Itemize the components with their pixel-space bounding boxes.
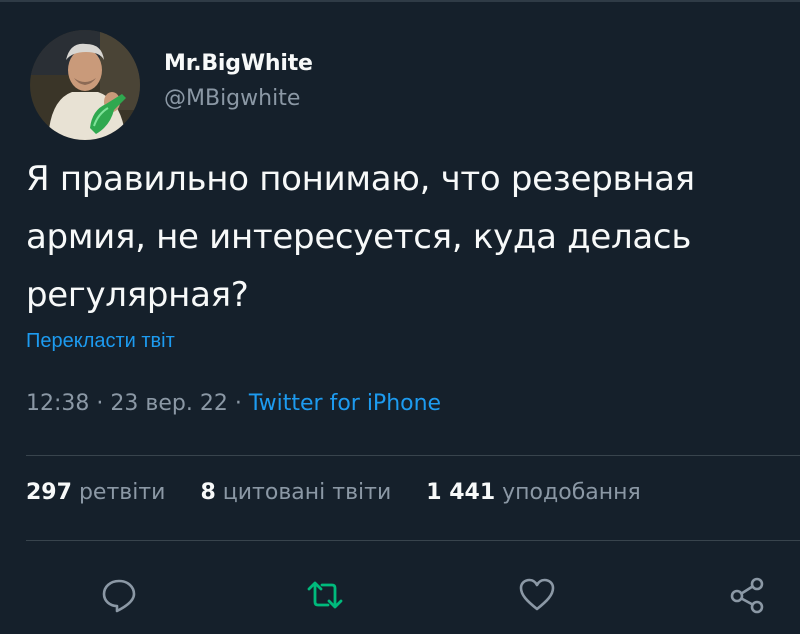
retweet-button[interactable] (298, 568, 352, 622)
tweet-source-link[interactable]: Twitter for iPhone (249, 391, 441, 416)
retweets-count: 297 (26, 480, 72, 505)
tweet-stats: 297 ретвіти 8 цитовані твіти 1 441 уподо… (26, 480, 669, 505)
quotes-label: цитовані твіти (222, 480, 392, 505)
tweet-text-line: регулярная? (26, 275, 249, 315)
quotes-stat[interactable]: 8 цитовані твіти (200, 480, 391, 505)
meta-separator: · (234, 391, 242, 416)
display-name[interactable]: Mr.BigWhite (164, 50, 313, 78)
retweets-stat[interactable]: 297 ретвіти (26, 480, 165, 505)
meta-separator: · (96, 391, 104, 416)
stats-bottom-divider (26, 540, 800, 541)
heart-icon (519, 578, 555, 611)
top-divider (0, 0, 800, 2)
share-button[interactable] (720, 568, 774, 622)
tweet-text-line: Я правильно понимаю, что резервная (26, 159, 695, 199)
retweets-label: ретвіти (78, 480, 166, 505)
avatar-image (30, 30, 140, 140)
stats-top-divider (26, 455, 800, 456)
likes-count: 1 441 (426, 480, 496, 505)
user-handle[interactable]: @MBigwhite (164, 84, 313, 114)
tweet-text-line: армия, не интересуется, куда делась (26, 217, 692, 257)
tweet-time[interactable]: 12:38 (26, 391, 89, 416)
likes-stat[interactable]: 1 441 уподобання (426, 480, 640, 505)
share-icon (730, 577, 764, 614)
tweet-date[interactable]: 23 вер. 22 (110, 391, 227, 416)
tweet-text: Я правильно понимаю, что резервная армия… (26, 150, 796, 324)
reply-button[interactable] (92, 568, 146, 622)
author-names: Mr.BigWhite @MBigwhite (164, 50, 313, 114)
likes-label: уподобання (502, 480, 641, 505)
tweet-actions (0, 568, 800, 622)
tweet-header: Mr.BigWhite @MBigwhite (30, 30, 770, 142)
quotes-count: 8 (200, 480, 216, 505)
tweet-meta: 12:38 · 23 вер. 22 · Twitter for iPhone (26, 391, 441, 416)
reply-icon (102, 579, 136, 613)
translate-tweet-link[interactable]: Перекласти твіт (26, 330, 175, 353)
avatar[interactable] (30, 30, 140, 140)
retweet-icon (307, 581, 343, 609)
like-button[interactable] (510, 568, 564, 622)
